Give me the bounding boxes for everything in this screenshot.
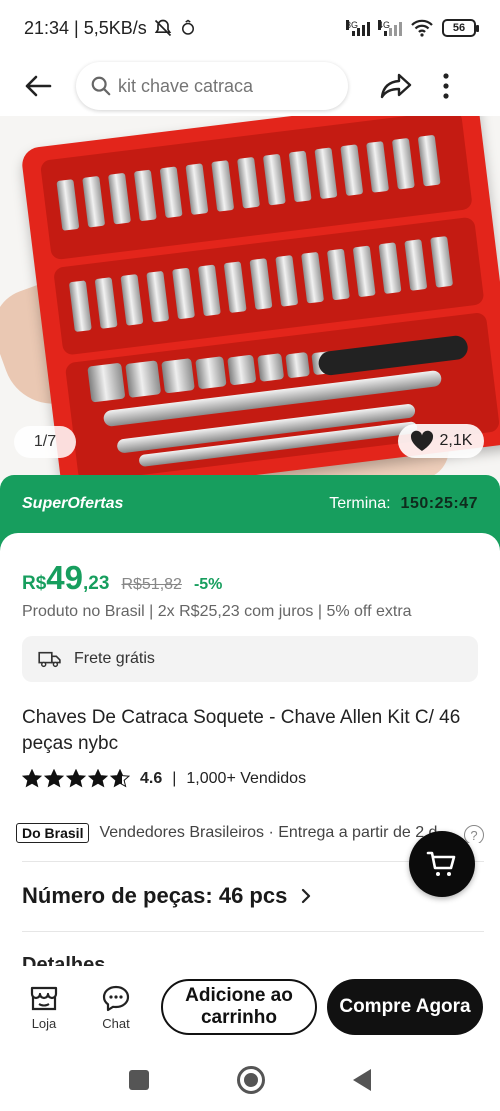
- price-subtitle: Produto no Brasil | 2x R$25,23 com juros…: [22, 603, 412, 620]
- price-decimal: ,23: [83, 573, 110, 594]
- arrow-left-icon: [25, 75, 52, 97]
- offer-timer: 150:25:47: [400, 495, 478, 512]
- rating-row[interactable]: 4.6 | 1,000+ Vendidos: [22, 769, 306, 788]
- store-icon: [30, 986, 58, 1010]
- price-row: R$ 49 ,23 R$51,82 -5%: [22, 561, 222, 595]
- back-nav-icon[interactable]: [353, 1068, 371, 1091]
- image-counter: 1/7: [14, 426, 76, 458]
- share-button[interactable]: [376, 64, 416, 108]
- shipping-label: Frete grátis: [74, 650, 155, 667]
- variant-label: Número de peças: 46 pcs: [22, 883, 288, 908]
- likes-count: 2,1K: [439, 432, 473, 449]
- chevron-right-icon: [302, 888, 311, 904]
- search-input[interactable]: [118, 75, 328, 97]
- wishlist-button[interactable]: 2,1K: [398, 424, 484, 458]
- rating-separator: |: [172, 769, 177, 787]
- super-offers-title: SuperOfertas: [22, 495, 124, 512]
- cart-fab-button[interactable]: [409, 831, 475, 897]
- status-time-speed: 21:34 | 5,5KB/s: [24, 17, 147, 38]
- status-bar: 21:34 | 5,5KB/s 3G 4G 56: [0, 0, 500, 56]
- chat-label: Chat: [102, 1015, 130, 1031]
- chat-button[interactable]: Chat: [88, 984, 144, 1031]
- recent-apps-icon[interactable]: [129, 1069, 149, 1090]
- net-3g-label: 3G: [346, 20, 359, 30]
- system-navigation-bar: [0, 1048, 500, 1111]
- price-integer: 49: [46, 559, 84, 596]
- original-price: R$51,82: [121, 576, 182, 593]
- heart-icon: [410, 430, 433, 451]
- star-icon: [66, 769, 86, 788]
- star-icon: [110, 769, 130, 788]
- product-title: Chaves De Catraca Soquete - Chave Allen …: [22, 707, 461, 754]
- product-info-card: R$ 49 ,23 R$51,82 -5% Produto no Brasil …: [0, 533, 500, 973]
- status-right: 3G 4G 56: [346, 19, 479, 37]
- search-bar[interactable]: [76, 62, 348, 110]
- more-vertical-icon: [443, 73, 449, 99]
- more-options-button[interactable]: [434, 64, 458, 108]
- signal-4g-icon: 4G: [378, 20, 402, 36]
- divider: [22, 931, 484, 932]
- back-button[interactable]: [16, 64, 60, 108]
- store-label: Loja: [31, 1015, 57, 1031]
- home-icon[interactable]: [237, 1065, 265, 1094]
- price-currency: R$: [22, 573, 47, 594]
- wifi-icon: [411, 19, 433, 37]
- add-to-cart-button[interactable]: Adicione ao carrinho: [161, 979, 317, 1035]
- truck-icon: [38, 651, 61, 668]
- net-4g-label: 4G: [378, 20, 391, 30]
- star-icon: [88, 769, 108, 788]
- discount-badge: -5%: [193, 576, 223, 593]
- battery-icon: 56: [442, 19, 479, 37]
- search-icon: [91, 76, 111, 96]
- variant-selector[interactable]: Número de peças: 46 pcs: [22, 883, 311, 909]
- mute-notifications-icon: [154, 19, 171, 37]
- status-left: 21:34 | 5,5KB/s: [24, 18, 197, 39]
- shipping-info[interactable]: Frete grátis: [22, 636, 478, 682]
- star-icon: [22, 769, 42, 788]
- signal-3g-icon: 3G: [346, 20, 370, 36]
- shopping-cart-icon: [426, 851, 456, 876]
- help-icon[interactable]: ?: [464, 825, 484, 843]
- seller-text: Vendedores Brasileiros · Entrega a parti…: [99, 824, 438, 841]
- chat-icon: [102, 985, 130, 1011]
- bottom-action-bar: Loja Chat Adicione ao carrinho Compre Ag…: [0, 966, 500, 1048]
- seller-badge: Do Brasil: [16, 823, 90, 843]
- buy-now-button[interactable]: Compre Agora: [327, 979, 483, 1035]
- share-icon: [380, 73, 412, 99]
- offer-ends-label: Termina:: [329, 495, 391, 512]
- store-button[interactable]: Loja: [16, 984, 72, 1031]
- app-notification-icon: [181, 19, 194, 35]
- rating-stars: [22, 769, 130, 788]
- rating-value: 4.6: [140, 769, 163, 787]
- offer-countdown: Termina: 150:25:47: [329, 495, 478, 513]
- top-app-bar: [0, 56, 500, 116]
- star-icon: [44, 769, 64, 788]
- sold-count: 1,000+ Vendidos: [186, 769, 307, 787]
